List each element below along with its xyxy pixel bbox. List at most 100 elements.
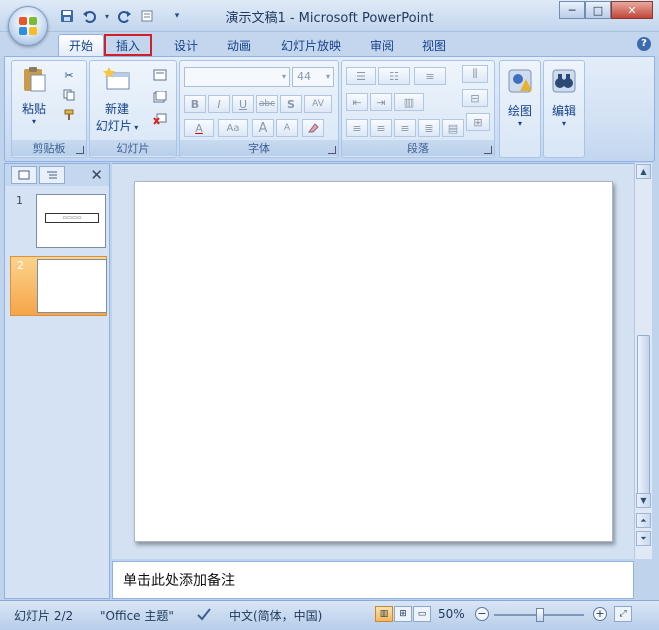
drawing-label: 绘图 <box>507 104 532 118</box>
zoom-level[interactable]: 50% <box>438 607 465 621</box>
editing-button[interactable]: 编辑 ▾ <box>546 67 582 128</box>
chevron-down-icon: ▾ <box>31 117 36 126</box>
normal-view-icon[interactable]: ▥ <box>375 606 393 622</box>
bullets-icon[interactable]: ☰ <box>346 67 376 85</box>
maximize-button[interactable]: □ <box>585 1 611 19</box>
reset-slide-icon[interactable] <box>148 89 172 105</box>
zoom-slider-thumb[interactable] <box>536 608 544 622</box>
notes-pane[interactable]: 单击此处添加备注 <box>112 561 634 599</box>
line-spacing-icon[interactable]: ≡ <box>414 67 446 85</box>
align-right-icon[interactable]: ≡ <box>394 119 416 137</box>
cut-icon[interactable]: ✂ <box>60 67 78 83</box>
text-direction-icon[interactable]: ⫼ <box>462 65 488 83</box>
zoom-out-button[interactable]: − <box>475 607 489 621</box>
grow-font-button[interactable]: A <box>252 119 274 137</box>
zoom-in-button[interactable]: + <box>593 607 607 621</box>
new-slide-label-2: 幻灯片 <box>95 119 132 133</box>
scroll-up-icon[interactable]: ▲ <box>636 164 651 179</box>
slide-thumbnail-2[interactable]: 2 <box>10 256 107 316</box>
smartart-icon[interactable]: ⊞ <box>466 113 490 131</box>
distributed-icon[interactable]: ▤ <box>442 119 464 137</box>
theme-name[interactable]: "Office 主题" <box>100 607 174 624</box>
dialog-launcher-icon[interactable] <box>76 146 84 154</box>
increase-indent-icon[interactable]: ⇥ <box>370 93 392 111</box>
underline-button[interactable]: U <box>232 95 254 113</box>
change-case-button[interactable]: Aa <box>218 119 248 137</box>
decrease-indent-icon[interactable]: ⇤ <box>346 93 368 111</box>
chevron-down-icon: ▾ <box>131 123 139 132</box>
next-slide-icon[interactable]: ⏷ <box>636 531 651 546</box>
group-paragraph: ☰ ☷ ≡ ⫼ ⇤ ⇥ ▥ ⊟ ≡ ≡ ≡ ≣ ▤ ⊞ 段落 <box>341 60 495 158</box>
spell-check-icon[interactable] <box>196 607 212 624</box>
slide-thumbnail-image: ▭▭▭▭ <box>36 194 106 248</box>
slide-thumbnail-1[interactable]: 1 ▭▭▭▭ <box>10 192 107 252</box>
close-button[interactable]: ✕ <box>611 1 653 19</box>
clear-formatting-icon[interactable] <box>302 119 324 137</box>
group-editing: 编辑 ▾ <box>543 60 585 158</box>
group-clipboard-label: 剪贴板 <box>12 140 86 156</box>
new-slide-button[interactable]: 新建 幻灯片 ▾ <box>94 65 140 134</box>
editing-label: 编辑 <box>551 104 576 118</box>
font-name-combobox[interactable]: ▾ <box>184 67 290 87</box>
tab-home[interactable]: 开始 <box>58 34 105 56</box>
slide-thumbnail-image <box>37 259 107 313</box>
office-button[interactable] <box>8 6 48 46</box>
slide-counter: 幻灯片 2/2 <box>14 609 74 623</box>
close-pane-icon[interactable]: ✕ <box>90 166 103 184</box>
pane-tabs: ✕ <box>5 164 109 186</box>
tab-review[interactable]: 审阅 <box>360 34 404 56</box>
slides-tab[interactable] <box>11 166 37 184</box>
dialog-launcher-icon[interactable] <box>328 146 336 154</box>
group-drawing: 绘图 ▾ <box>499 60 541 158</box>
previous-slide-icon[interactable]: ⏶ <box>636 513 651 528</box>
new-slide-label: 新建 <box>104 102 129 116</box>
help-icon[interactable]: ? <box>637 37 651 51</box>
strikethrough-button[interactable]: abc <box>256 95 278 113</box>
italic-button[interactable]: I <box>208 95 230 113</box>
chevron-down-icon: ▾ <box>325 72 330 81</box>
format-painter-icon[interactable] <box>60 107 78 123</box>
scroll-down-icon[interactable]: ▼ <box>636 493 651 508</box>
font-size-combobox[interactable]: 44 ▾ <box>292 67 334 87</box>
bold-button[interactable]: B <box>184 95 206 113</box>
office-logo-icon <box>19 17 37 35</box>
font-color-button[interactable]: A <box>184 119 214 137</box>
align-left-icon[interactable]: ≡ <box>346 119 368 137</box>
slides-pane: ✕ 1 ▭▭▭▭ 2 <box>4 163 110 599</box>
columns-icon[interactable]: ▥ <box>394 93 424 111</box>
shrink-font-button[interactable]: A <box>276 119 298 137</box>
align-center-icon[interactable]: ≡ <box>370 119 392 137</box>
paste-button[interactable]: 粘贴 ▾ <box>18 65 50 126</box>
tab-slide-show[interactable]: 幻灯片放映 <box>271 34 351 56</box>
slide-number: 2 <box>17 259 24 272</box>
tab-animations[interactable]: 动画 <box>217 34 261 56</box>
copy-icon[interactable] <box>60 87 78 103</box>
current-slide[interactable] <box>134 181 613 542</box>
scroll-thumb[interactable] <box>637 335 650 495</box>
shadow-button[interactable]: S <box>280 95 302 113</box>
delete-slide-icon[interactable] <box>148 111 172 127</box>
dialog-launcher-icon[interactable] <box>484 146 492 154</box>
slide-sorter-icon[interactable]: ⊞ <box>394 606 412 622</box>
numbering-icon[interactable]: ☷ <box>378 67 410 85</box>
fit-to-window-icon[interactable]: ⤢ <box>614 606 632 622</box>
slides-tab-icon <box>18 170 30 180</box>
minimize-button[interactable]: ─ <box>559 1 585 19</box>
slideshow-view-icon[interactable]: ▭ <box>413 606 431 622</box>
outline-tab[interactable] <box>39 166 65 184</box>
tab-insert[interactable]: 插入 <box>104 34 152 56</box>
justify-icon[interactable]: ≣ <box>418 119 440 137</box>
character-spacing-button[interactable]: AV <box>304 95 332 113</box>
align-text-icon[interactable]: ⊟ <box>462 89 488 107</box>
tab-design[interactable]: 设计 <box>164 34 208 56</box>
drawing-button[interactable]: 绘图 ▾ <box>502 67 538 128</box>
binoculars-icon <box>552 69 576 93</box>
status-bar: 幻灯片 2/2 "Office 主题" 中文(简体，中国) ▥ ⊞ ▭ 50% … <box>0 600 659 630</box>
vertical-scrollbar[interactable]: ▲ ▼ ⏶ ⏷ <box>634 163 652 559</box>
chevron-down-icon: ▾ <box>561 119 566 128</box>
layout-icon[interactable] <box>148 67 172 83</box>
tab-view[interactable]: 视图 <box>412 34 456 56</box>
language-indicator[interactable]: 中文(简体，中国) <box>229 607 322 624</box>
title-bar: ▾ ▾ 演示文稿1 - Microsoft PowerPoint ─ □ ✕ <box>0 0 659 32</box>
paste-icon <box>24 67 46 92</box>
